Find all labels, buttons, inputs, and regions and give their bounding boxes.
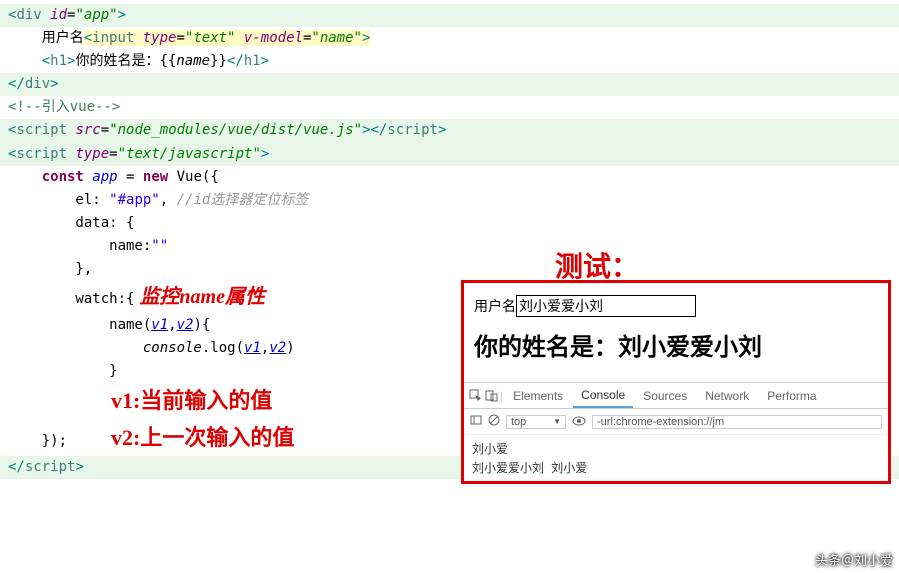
- code-line: <script type="text/javascript">: [0, 143, 899, 166]
- test-title: 测试：: [555, 245, 639, 285]
- tab-sources[interactable]: Sources: [635, 385, 695, 407]
- tab-performance[interactable]: Performa: [759, 385, 824, 407]
- filter-input[interactable]: -url:chrome-extension://jm: [592, 415, 882, 429]
- code-line: },: [0, 258, 899, 281]
- code-line: <h1>你的姓名是：{{name}}</h1>: [0, 50, 899, 73]
- output-heading: 你的姓名是：刘小爱爱小刘: [474, 327, 878, 362]
- clear-icon[interactable]: [488, 414, 500, 429]
- code-line: el: "#app", //id选择器定位标签: [0, 189, 899, 212]
- code-line: const app = new Vue({: [0, 166, 899, 189]
- watermark: 头条＠刘小爱: [815, 550, 893, 569]
- code-line: <script src="node_modules/vue/dist/vue.j…: [0, 119, 899, 142]
- annotation-v1: v1:当前输入的值: [67, 388, 272, 413]
- test-panel: 用户名 你的姓名是：刘小爱爱小刘 | Elements Console Sour…: [461, 280, 891, 484]
- annotation-v2: v2:上一次输入的值: [67, 425, 294, 450]
- devtools: | Elements Console Sources Network Perfo…: [464, 382, 888, 481]
- console-output: 刘小爱 刘小爱爱小刘 刘小爱: [464, 435, 888, 481]
- code-line: <div id="app">: [0, 4, 899, 27]
- username-input[interactable]: [516, 295, 696, 317]
- sidebar-toggle-icon[interactable]: [470, 414, 482, 429]
- tab-console[interactable]: Console: [573, 384, 633, 408]
- code-line: <!--引入vue-->: [0, 96, 899, 119]
- console-line: 刘小爱爱小刘 刘小爱: [472, 458, 880, 477]
- tab-elements[interactable]: Elements: [505, 385, 571, 407]
- devtools-toolbar: top ▼ -url:chrome-extension://jm: [464, 409, 888, 435]
- code-line: data: {: [0, 212, 899, 235]
- devtools-tabs: | Elements Console Sources Network Perfo…: [464, 383, 888, 409]
- inspect-icon[interactable]: [468, 389, 482, 403]
- tab-network[interactable]: Network: [697, 385, 757, 407]
- code-line: name:"": [0, 235, 899, 258]
- annotation-watch: 监控name属性: [134, 286, 265, 308]
- code-line: </div>: [0, 73, 899, 96]
- device-icon[interactable]: [484, 389, 498, 403]
- eye-icon[interactable]: [572, 415, 586, 429]
- context-selector[interactable]: top ▼: [506, 415, 566, 429]
- console-line: 刘小爱: [472, 439, 880, 458]
- code-line: 用户名<input type="text" v-model="name">: [0, 27, 899, 50]
- username-label: 用户名: [474, 299, 516, 315]
